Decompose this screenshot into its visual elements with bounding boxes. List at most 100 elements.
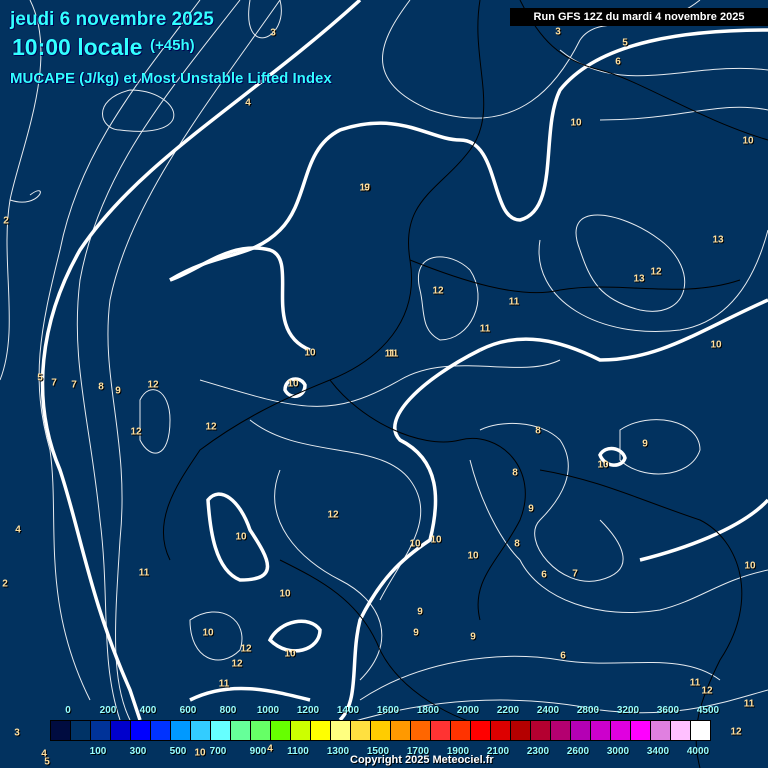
contour-label: 10: [279, 588, 291, 600]
contour-label: 8: [512, 467, 518, 479]
contour-label: 11: [743, 698, 755, 710]
legend-top-label: 3600: [656, 705, 680, 716]
legend-top-label: 3200: [616, 705, 640, 716]
copyright: Copyright 2025 Meteociel.fr: [350, 754, 494, 766]
contour-label: 12: [231, 658, 243, 670]
contour-label: 12: [432, 285, 444, 297]
contour-label: 11: [508, 296, 520, 308]
legend-swatch: [391, 721, 411, 740]
contour-label: 10: [284, 648, 296, 660]
contour-label: 7: [572, 568, 578, 580]
legend-swatch: [371, 721, 391, 740]
legend-top-label: 1400: [336, 705, 360, 716]
legend-top-label: 1600: [376, 705, 400, 716]
legend-bottom-label: 1100: [287, 746, 309, 757]
contour-label: 6: [615, 56, 621, 68]
legend-bottom-label: 100: [89, 746, 107, 757]
legend-swatch: [511, 721, 531, 740]
legend-bottom-label: 700: [209, 746, 227, 757]
contour-label: 11: [384, 348, 396, 360]
legend-bottom-label: 500: [169, 746, 187, 757]
legend-swatch: [331, 721, 351, 740]
legend-swatch: [411, 721, 431, 740]
contour-label: 11: [138, 567, 150, 579]
contour-label: 11: [218, 678, 230, 690]
contour-label: 12: [130, 426, 142, 438]
legend-swatch: [91, 721, 111, 740]
contour-label: 10: [467, 550, 479, 562]
legend-bottom-label: 300: [129, 746, 147, 757]
contour-label: 7: [51, 377, 57, 389]
contour-label: 13: [712, 234, 724, 246]
contour-label: 10: [202, 627, 214, 639]
contour-label: 12: [730, 726, 742, 738]
legend-swatch: [651, 721, 671, 740]
legend-swatch: [231, 721, 251, 740]
thin-contours: [0, 0, 768, 741]
legend-top-label: 4500: [696, 705, 720, 716]
contour-label: 3: [555, 26, 561, 38]
contour-label: 11: [689, 677, 701, 689]
legend-swatch: [271, 721, 291, 740]
contour-label: 9: [115, 385, 121, 397]
legend-top-label: 2200: [496, 705, 520, 716]
thick-contours-10: [40, 0, 768, 722]
contour-label: 5: [622, 37, 628, 49]
legend-top-label: 1200: [296, 705, 320, 716]
contour-label: 13: [633, 273, 645, 285]
legend-bottom-label: 3400: [646, 746, 670, 757]
legend-swatch: [471, 721, 491, 740]
legend-swatch: [691, 721, 710, 740]
legend-swatch: [111, 721, 131, 740]
legend-top-label: 1800: [416, 705, 440, 716]
contour-label: 2: [3, 215, 9, 227]
contour-label: 6: [560, 650, 566, 662]
contour-label: 8: [535, 425, 541, 437]
legend-swatch: [491, 721, 511, 740]
legend-swatch: [591, 721, 611, 740]
contour-label: 4: [15, 524, 21, 536]
contour-label: 7: [71, 379, 77, 391]
forecast-lead-time: (+45h): [150, 37, 195, 54]
contour-label: 9: [417, 606, 423, 618]
contour-label: 10: [287, 378, 299, 390]
legend-swatch: [451, 721, 471, 740]
legend-swatch: [531, 721, 551, 740]
legend-swatch: [431, 721, 451, 740]
contour-label: 11: [479, 323, 491, 335]
contour-label: 12: [327, 509, 339, 521]
contour-label: 10: [430, 534, 442, 546]
contour-label: 8: [514, 538, 520, 550]
legend-top-label: 2800: [576, 705, 600, 716]
legend-bottom-label: 2300: [526, 746, 550, 757]
legend-top-label: 800: [219, 705, 237, 716]
contour-label: 4: [267, 743, 273, 755]
legend-swatch: [151, 721, 171, 740]
forecast-date: jeudi 6 novembre 2025: [10, 9, 214, 30]
contour-label: 5: [44, 756, 50, 768]
contour-label: 10: [570, 117, 582, 129]
contour-label: 10: [742, 135, 754, 147]
contour-label: 5: [37, 372, 43, 384]
legend-top-label: 1000: [256, 705, 280, 716]
legend-bottom-label: 900: [249, 746, 267, 757]
legend-swatch: [551, 721, 571, 740]
country-borders: [162, 0, 768, 768]
contour-label: 3: [14, 727, 20, 739]
legend-swatch: [291, 721, 311, 740]
legend-top-label: 2000: [456, 705, 480, 716]
run-info: Run GFS 12Z du mardi 4 novembre 2025: [510, 8, 768, 26]
contour-label: 10: [409, 538, 421, 550]
contour-label: 12: [650, 266, 662, 278]
legend-swatch: [131, 721, 151, 740]
contour-label: 9: [528, 503, 534, 515]
legend-top-label: 0: [65, 705, 71, 716]
contour-label: 4: [245, 97, 251, 109]
legend-swatch: [351, 721, 371, 740]
contour-label: 10: [304, 347, 316, 359]
legend-bottom-label: 2600: [566, 746, 590, 757]
legend-swatch: [71, 721, 91, 740]
contour-label: 2: [2, 578, 8, 590]
legend-swatch: [611, 721, 631, 740]
contour-label: 10: [597, 459, 609, 471]
